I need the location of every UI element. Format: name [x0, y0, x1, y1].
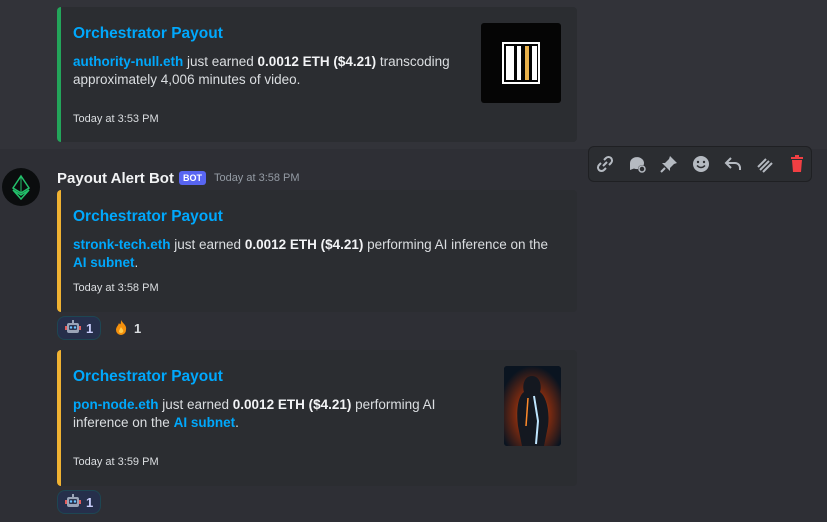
message-timestamp[interactable]: Today at 3:58 PM [214, 172, 300, 184]
reply-icon[interactable] [721, 152, 745, 176]
embed-description: authority-null.eth just earned 0.0012 ET… [73, 53, 453, 89]
embed-title[interactable]: Orchestrator Payout [73, 208, 223, 226]
reaction-count: 1 [134, 320, 142, 336]
embed-description: pon-node.eth just earned 0.0012 ETH ($4.… [73, 396, 473, 432]
text: just earned [158, 397, 233, 412]
reaction-robot[interactable]: 1 [57, 316, 102, 340]
amount: 0.0012 ETH ($4.21) [244, 237, 364, 252]
embed-timestamp: Today at 3:59 PM [73, 456, 159, 468]
amount: 0.0012 ETH ($4.21) [257, 54, 377, 69]
amount: 0.0012 ETH ($4.21) [232, 397, 352, 412]
embed-title[interactable]: Orchestrator Payout [73, 25, 223, 43]
message-header: Payout Alert Bot BOT Today at 3:58 PM [57, 168, 300, 188]
text: . [235, 415, 239, 430]
embed-thumbnail[interactable] [481, 23, 561, 103]
text: just earned [183, 54, 258, 69]
text: performing AI inference on the [363, 237, 549, 252]
text: approximately 4,006 minutes of video. [73, 72, 301, 87]
author-name[interactable]: Payout Alert Bot [57, 170, 174, 187]
more-icon[interactable] [753, 152, 777, 176]
emoji-icon[interactable] [689, 152, 713, 176]
robot-icon [65, 319, 81, 338]
node-link[interactable]: authority-null.eth [73, 54, 183, 69]
reaction-fire[interactable]: 1 [106, 316, 148, 340]
subnet-link[interactable]: AI subnet [73, 255, 135, 270]
delete-icon[interactable] [785, 152, 809, 176]
reaction-robot[interactable]: 1 [57, 490, 102, 514]
robot-icon [65, 493, 81, 512]
thread-icon[interactable] [625, 152, 649, 176]
text: performing AI [351, 397, 436, 412]
node-link[interactable]: pon-node.eth [73, 397, 158, 412]
subnet-link[interactable]: AI subnet [174, 415, 236, 430]
link-icon[interactable] [593, 152, 617, 176]
embed-timestamp: Today at 3:53 PM [73, 113, 159, 125]
embed-title[interactable]: Orchestrator Payout [73, 368, 223, 386]
embed-timestamp: Today at 3:58 PM [73, 282, 159, 294]
embed-thumbnail[interactable] [504, 366, 561, 446]
reaction-count: 1 [86, 320, 94, 336]
node-link[interactable]: stronk-tech.eth [73, 237, 171, 252]
avatar[interactable] [2, 168, 40, 206]
fire-icon [113, 319, 129, 338]
bot-tag: BOT [178, 171, 206, 185]
embed-card: Orchestrator Payout stronk-tech.eth just… [57, 190, 577, 312]
embed-card: Orchestrator Payout pon-node.eth just ea… [57, 350, 577, 486]
embed-card: Orchestrator Payout authority-null.eth j… [57, 7, 577, 142]
message-toolbar [588, 146, 812, 182]
embed-description: stronk-tech.eth just earned 0.0012 ETH (… [73, 236, 563, 272]
reaction-count: 1 [86, 494, 94, 510]
text: . [134, 255, 139, 270]
text: just earned [170, 237, 245, 252]
text: inference on the [73, 415, 174, 430]
pin-icon[interactable] [657, 152, 681, 176]
text: transcoding [376, 54, 450, 69]
